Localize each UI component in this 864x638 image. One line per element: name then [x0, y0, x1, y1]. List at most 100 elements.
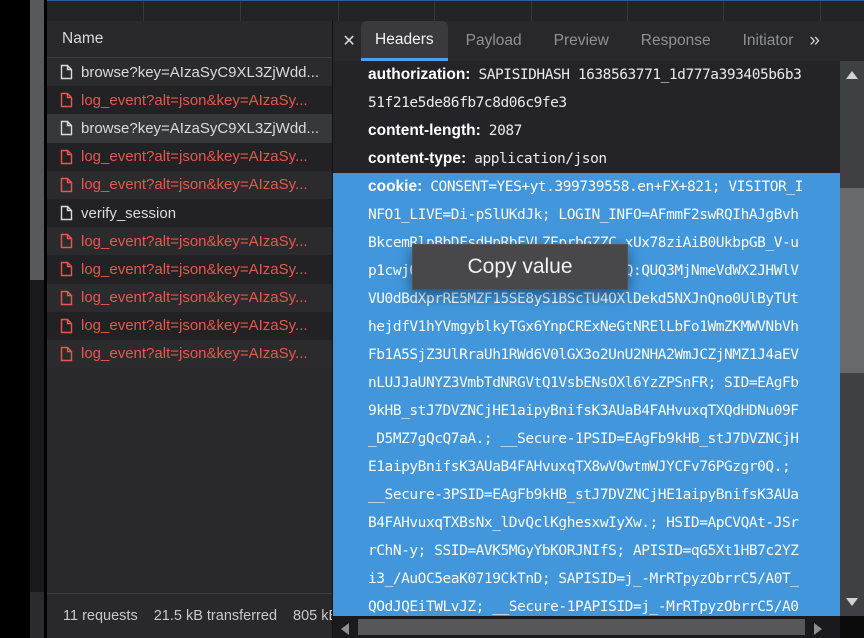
headers-content: authorization: SAPISIDHASH 1638563771_1d7… — [333, 61, 840, 616]
request-label: log_event?alt=json&key=AIzaSy... — [81, 345, 308, 362]
overview-grid-cell — [47, 1, 144, 21]
scroll-left-icon[interactable] — [341, 623, 349, 635]
request-row[interactable]: browse?key=AIzaSyC9XL3ZjWdd... — [47, 58, 332, 86]
tab-initiator[interactable]: Initiator — [729, 21, 808, 61]
summary-resources: 805 kB — [293, 608, 332, 624]
summary-transferred: 21.5 kB transferred — [154, 608, 277, 624]
file-icon — [60, 92, 73, 108]
request-row[interactable]: log_event?alt=json&key=AIzaSy... — [47, 340, 332, 368]
name-column-header[interactable]: Name — [47, 21, 332, 58]
request-label: log_event?alt=json&key=AIzaSy... — [81, 92, 308, 109]
overview-grid-cell — [144, 1, 241, 21]
request-row[interactable]: log_event?alt=json&key=AIzaSy... — [47, 86, 332, 114]
header-value: _D5MZ7gQcQ7aA.; __Secure-1PSID=EAgFb9kHB… — [368, 431, 799, 447]
header-entry-cookie-selected[interactable]: cookie: CONSENT=YES+yt.399739558.en+FX+82… — [333, 173, 840, 616]
header-value: 2087 — [489, 123, 522, 139]
tab-response[interactable]: Response — [627, 21, 725, 61]
request-row[interactable]: log_event?alt=json&key=AIzaSy... — [47, 171, 332, 199]
vertical-scrollbar-thumb[interactable] — [840, 188, 864, 373]
close-icon[interactable]: ✕ — [339, 21, 359, 61]
request-label: browse?key=AIzaSyC9XL3ZjWdd... — [81, 64, 319, 81]
horizontal-scrollbar[interactable] — [333, 616, 840, 638]
request-row[interactable]: log_event?alt=json&key=AIzaSy... — [47, 143, 332, 171]
file-icon — [60, 290, 73, 306]
outer-scrollbar-bottom — [30, 592, 44, 638]
header-value: __Secure-3PSID=EAgFb9kHB_stJ7DVZNCjHE1ai… — [368, 487, 799, 503]
header-value: i3_/AuOC5eaK0719CkTnD; SAPISID=j_-MrRTpy… — [368, 571, 799, 587]
overview-grid-cell — [339, 1, 435, 21]
header-value: QOdJQEiTWLvJZ; __Secure-1PAPISID=j_-MrRT… — [368, 599, 799, 615]
overview-grid-cell — [532, 1, 628, 21]
scroll-right-icon[interactable] — [814, 623, 822, 635]
header-name: content-length: — [368, 122, 481, 139]
overview-grid-cell — [435, 1, 532, 21]
request-row[interactable]: log_event?alt=json&key=AIzaSy... — [47, 255, 332, 283]
request-label: log_event?alt=json&key=AIzaSy... — [81, 148, 308, 165]
scrollbar-corner — [840, 616, 864, 638]
file-icon — [60, 64, 73, 80]
header-value: B4FAHvuxqTXBsNx_lDvQclKghesxwIyXw.; HSID… — [368, 515, 799, 531]
tab-preview[interactable]: Preview — [540, 21, 623, 61]
tab-payload[interactable]: Payload — [452, 21, 536, 61]
scroll-down-icon[interactable] — [846, 598, 858, 606]
header-name: content-type: — [368, 150, 466, 167]
header-name: authorization: — [368, 66, 470, 83]
overview-grid-cell — [821, 1, 864, 21]
header-value: hejdfV1hYVmgyblkyTGx6YnpCRExNeGtNRElLbFo… — [368, 319, 799, 335]
header-value: application/json — [474, 151, 606, 167]
devtools-network-panel: Name browse?key=AIzaSyC9XL3ZjWdd... log_… — [0, 0, 864, 638]
network-summary-bar: 11 requests 21.5 kB transferred 805 kB — [47, 593, 332, 638]
request-list: browse?key=AIzaSyC9XL3ZjWdd... log_event… — [47, 58, 332, 368]
header-value: nLUJJaUNYZ3VmbTdNRGVtQ1VsbENsOXl6YzZPSnF… — [368, 375, 799, 391]
overview-grid-cell — [241, 1, 339, 21]
detail-tab-bar: ✕ Headers Payload Preview Response Initi… — [333, 21, 864, 61]
request-row[interactable]: log_event?alt=json&key=AIzaSy... — [47, 312, 332, 340]
summary-request-count: 11 requests — [63, 608, 138, 624]
header-value: NFO1_LIVE=Di-pSlUKdJk; LOGIN_INFO=AFmmF2… — [368, 207, 799, 223]
header-value: Fb1A5SjZ3UlRraUh1RWd6V0lGX3o2UnU2NHA2WmJ… — [368, 347, 799, 363]
header-value: 51f21e5de86fb7c8d06c9fe3 — [368, 95, 567, 111]
copy-value-menu-item[interactable]: Copy value — [412, 244, 628, 290]
file-icon — [60, 205, 73, 221]
header-value: SAPISIDHASH 1638563771_1d777a393405b6b3 — [478, 67, 801, 83]
request-label: log_event?alt=json&key=AIzaSy... — [81, 261, 308, 278]
request-row[interactable]: log_event?alt=json&key=AIzaSy... — [47, 284, 332, 312]
request-detail-pane: ✕ Headers Payload Preview Response Initi… — [333, 21, 864, 638]
header-name: cookie: — [368, 178, 422, 195]
header-value: 9kHB_stJ7DVZNCjHE1aipyBnifsK3AUaB4FAHvux… — [368, 403, 799, 419]
header-value: CONSENT=YES+yt.399739558.en+FX+821; VISI… — [430, 179, 803, 195]
request-row[interactable]: log_event?alt=json&key=AIzaSy... — [47, 227, 332, 255]
tab-headers[interactable]: Headers — [361, 21, 448, 61]
file-icon — [60, 177, 73, 193]
header-entry-authorization: authorization: SAPISIDHASH 1638563771_1d7… — [333, 61, 840, 117]
request-label: browse?key=AIzaSyC9XL3ZjWdd... — [81, 120, 319, 137]
overview-grid-cell — [724, 1, 821, 21]
header-entry-content-length: content-length: 2087 — [333, 117, 840, 145]
outer-scrollbar[interactable] — [30, 0, 44, 638]
header-value: E1aipyBnifsK3AUaB4FAHvuxqTX8wVOwtmWJYCFv… — [368, 459, 790, 475]
header-value: rChN-y; SSID=AVK5MGyYbKORJNIfS; APISID=q… — [368, 543, 799, 559]
overview-grid-cell — [628, 1, 724, 21]
header-entry-content-type: content-type: application/json — [333, 145, 840, 173]
vertical-scrollbar[interactable] — [840, 61, 864, 616]
header-value: VU0dBdXprRE5MZF15SE8yS1BScTU4OXlDekd5NXJ… — [368, 291, 799, 307]
request-list-pane: Name browse?key=AIzaSyC9XL3ZjWdd... log_… — [47, 21, 333, 638]
outer-scrollbar-thumb[interactable] — [30, 0, 44, 280]
request-label: verify_session — [81, 205, 176, 222]
more-tabs-icon[interactable]: » — [809, 21, 820, 61]
file-icon — [60, 346, 73, 362]
file-icon — [60, 120, 73, 136]
file-icon — [60, 233, 73, 249]
request-label: log_event?alt=json&key=AIzaSy... — [81, 233, 308, 250]
file-icon — [60, 149, 73, 165]
request-row-selected[interactable]: browse?key=AIzaSyC9XL3ZjWdd... — [47, 114, 332, 142]
horizontal-scrollbar-thumb[interactable] — [358, 619, 805, 635]
file-icon — [60, 261, 73, 277]
request-label: log_event?alt=json&key=AIzaSy... — [81, 317, 308, 334]
request-label: log_event?alt=json&key=AIzaSy... — [81, 176, 308, 193]
scroll-up-icon[interactable] — [846, 71, 858, 79]
request-row[interactable]: verify_session — [47, 199, 332, 227]
network-overview-strip — [47, 0, 864, 21]
file-icon — [60, 318, 73, 334]
request-label: log_event?alt=json&key=AIzaSy... — [81, 289, 308, 306]
